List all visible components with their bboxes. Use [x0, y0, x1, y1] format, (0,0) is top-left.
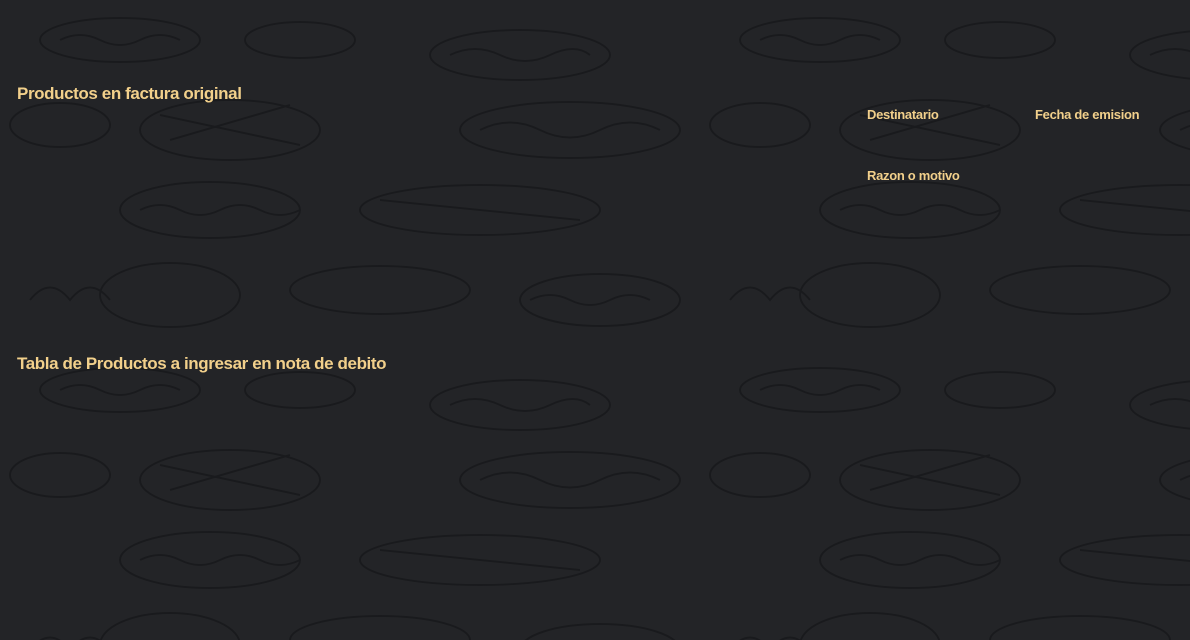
debit-products-table — [17, 385, 1167, 615]
original-products-table — [17, 115, 817, 315]
reason-label: Razon o motivo — [867, 168, 960, 183]
recipient-label: Destinatario — [867, 107, 939, 122]
original-products-title: Productos en factura original — [17, 84, 242, 103]
issue-date-label: Fecha de emision — [1035, 107, 1140, 122]
debit-products-title: Tabla de Productos a ingresar en nota de… — [17, 354, 387, 373]
